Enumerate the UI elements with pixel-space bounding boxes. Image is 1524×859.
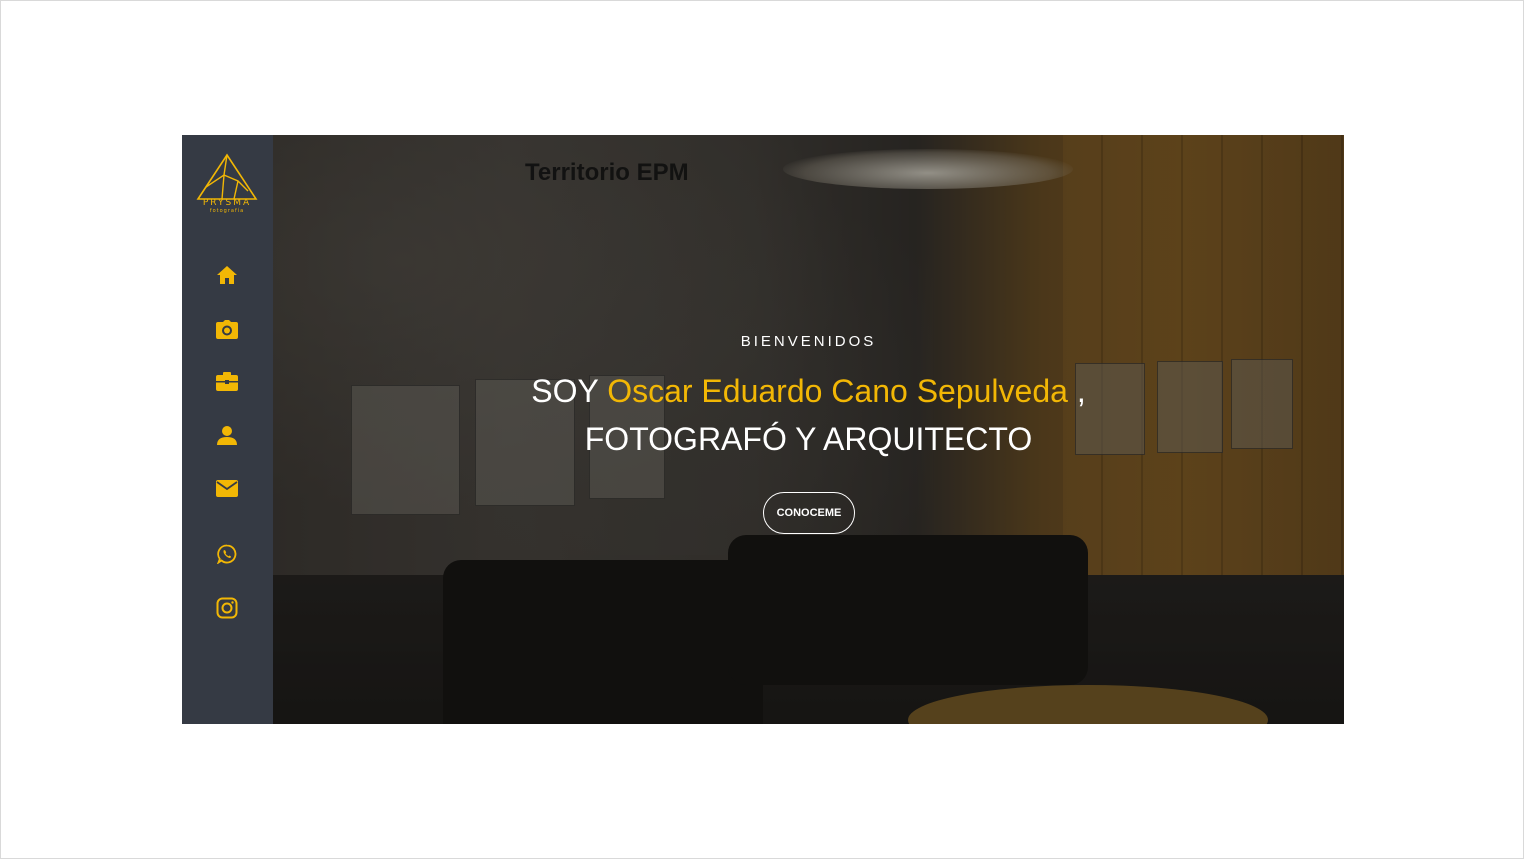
nav-about[interactable] <box>215 423 239 447</box>
user-icon <box>217 425 237 445</box>
sidebar-nav: PRYSMA fotografía <box>182 135 273 724</box>
nav-services[interactable] <box>215 369 239 393</box>
website: PRYSMA fotografía Territorio EPM BIENVEN… <box>182 135 1344 724</box>
conoceme-button[interactable]: CONOCEME <box>763 492 855 534</box>
whatsapp-icon <box>217 544 237 564</box>
headline-name: Oscar Eduardo Cano Sepulveda <box>607 373 1068 409</box>
envelope-icon <box>216 479 238 497</box>
hero-kicker: BIENVENIDOS <box>740 333 877 350</box>
headline-suffix: , <box>1067 373 1086 409</box>
browser-frame: PRYSMA fotografía Territorio EPM BIENVEN… <box>0 0 1524 859</box>
headline-role: FOTOGRAFÓ Y ARQUITECTO <box>584 421 1033 457</box>
hero-headline: SOY Oscar Eduardo Cano Sepulveda , FOTOG… <box>273 367 1344 463</box>
logo-name: PRYSMA <box>202 198 252 208</box>
nav-whatsapp[interactable] <box>215 542 239 566</box>
home-icon <box>217 266 237 284</box>
nav-contact[interactable] <box>215 476 239 500</box>
hero-content: BIENVENIDOS SOY Oscar Eduardo Cano Sepul… <box>273 135 1344 724</box>
headline-prefix: SOY <box>531 373 608 409</box>
camera-icon <box>216 319 238 339</box>
briefcase-icon <box>216 371 238 391</box>
logo-tagline: fotografía <box>209 208 245 214</box>
nav-portfolio[interactable] <box>215 317 239 341</box>
instagram-icon <box>216 597 238 619</box>
nav-instagram[interactable] <box>215 596 239 620</box>
nav-home[interactable] <box>215 263 239 287</box>
hero-section: Territorio EPM BIENVENIDOS SOY Oscar Edu… <box>273 135 1344 724</box>
prism-logo-icon <box>196 153 258 200</box>
brand-logo[interactable]: PRYSMA fotografía <box>194 153 260 215</box>
